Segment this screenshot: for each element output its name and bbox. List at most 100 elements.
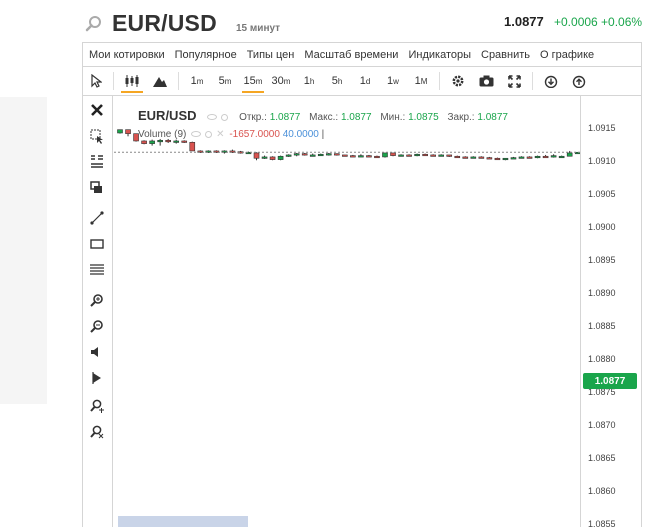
timeframe-1w[interactable]: 1w [379,67,407,95]
candle-body [526,156,533,159]
candlestick-chart[interactable] [114,96,580,527]
volume-area [118,516,248,527]
price-axis-line [580,96,581,527]
timeframe-unit: d [365,76,371,86]
price-tick-label: 1.0895 [588,255,616,265]
timeframe-1h[interactable]: 1h [295,67,323,95]
price-tick-label: 1.0860 [588,486,616,496]
candle-body [534,155,541,159]
menu-item-timescale[interactable]: Масштаб времени [304,49,398,61]
cursor-icon [91,74,102,88]
timeframe-15m[interactable]: 15 m [239,67,267,95]
candle-body [374,155,380,159]
layers-icon[interactable] [89,180,105,196]
candle-body [438,154,445,157]
candle-body [125,129,131,134]
candle-body [317,153,324,157]
chart-toolbar: 1m 5m 15 m 30 m 1h 5h 1d 1w 1M [82,67,642,96]
timeframe-5h[interactable]: 5h [323,67,351,95]
candle-body [398,154,404,157]
candle-body [181,140,188,143]
menu-item-quotes[interactable]: Мои котировки [89,49,165,61]
last-price: 1.0877 [504,14,544,29]
current-price-tag: 1.0877 [583,373,637,389]
candle-body [309,154,316,157]
candle-body [446,154,453,157]
timeframe-unit: m [224,76,232,86]
price-tick-label: 1.0900 [588,222,616,232]
candle-body [261,156,268,159]
candle-body [293,153,300,156]
menu-item-about[interactable]: О графике [540,49,594,61]
candle-body [462,156,469,159]
speaker-icon[interactable] [89,344,105,360]
candle-body [414,153,420,157]
zoom-reset-icon[interactable] [89,424,105,440]
fibonacci-icon[interactable] [89,262,105,278]
candle-body [301,153,308,156]
zoom-out-icon[interactable] [89,318,105,334]
fullscreen-icon [507,74,521,88]
candle-body [325,153,332,156]
toolbar-divider [532,72,533,90]
price-tick-label: 1.0910 [588,156,616,166]
candle-body [550,155,557,158]
zoom-region-icon[interactable] [89,398,105,414]
timeframe-num: 15 [243,75,256,87]
cursor-tool-button[interactable] [83,67,109,95]
snapshot-button[interactable] [472,67,500,95]
timeframe-5m[interactable]: 5m [211,67,239,95]
price-tick-label: 1.0880 [588,354,616,364]
toolbar-divider [439,72,440,90]
candle-body [149,140,155,144]
timeframe-num: 30 [271,75,284,87]
play-marker-icon[interactable] [89,370,105,386]
close-icon[interactable] [89,102,105,118]
fullscreen-button[interactable] [500,67,528,95]
camera-icon [479,75,493,87]
timeframe-1M[interactable]: 1M [407,67,435,95]
price-tick-label: 1.0890 [588,288,616,298]
price-tick-label: 1.0855 [588,519,616,527]
symbol-title[interactable]: EUR/USD [112,10,217,37]
candle-body [454,155,461,159]
mountain-icon [153,76,167,87]
candle-body [382,152,388,158]
menu-item-indicators[interactable]: Индикаторы [408,49,471,61]
price-tick-label: 1.0905 [588,189,616,199]
candle-body [478,156,485,159]
candlestick-icon [125,75,139,87]
gear-icon [452,75,464,87]
timeframe-unit: h [337,76,343,86]
rectangle-icon[interactable] [89,236,105,252]
candle-body [189,141,196,152]
search-icon[interactable] [85,15,103,33]
zoom-in-icon[interactable] [89,292,105,308]
candle-body [486,157,493,160]
timeframe-1m[interactable]: 1m [183,67,211,95]
timeframe-30m[interactable]: 30 m [267,67,295,95]
settings-button[interactable] [444,67,472,95]
candle-body [253,152,260,159]
menu-item-compare[interactable]: Сравнить [481,49,530,61]
zoom-select-icon[interactable] [89,128,105,144]
candle-body [334,153,340,156]
candle-body [285,154,292,157]
price-change: +0.0006 +0.06% [554,15,643,29]
timeframe-unit: w [393,76,399,86]
candles-type-button[interactable] [118,67,146,95]
toolbar-divider [178,72,179,90]
page-side-strip [0,97,47,404]
upload-button[interactable] [565,67,593,95]
grid-icon[interactable] [89,154,105,170]
toolbar-divider [113,72,114,90]
timeframe-1d[interactable]: 1d [351,67,379,95]
candle-body [430,154,436,157]
trend-line-icon[interactable] [89,210,105,226]
timeframe-unit: M [420,76,428,86]
menu-item-price-types[interactable]: Типы цен [247,49,295,61]
candle-body [342,154,348,157]
menu-item-popular[interactable]: Популярное [175,49,237,61]
download-button[interactable] [537,67,565,95]
area-type-button[interactable] [146,67,174,95]
